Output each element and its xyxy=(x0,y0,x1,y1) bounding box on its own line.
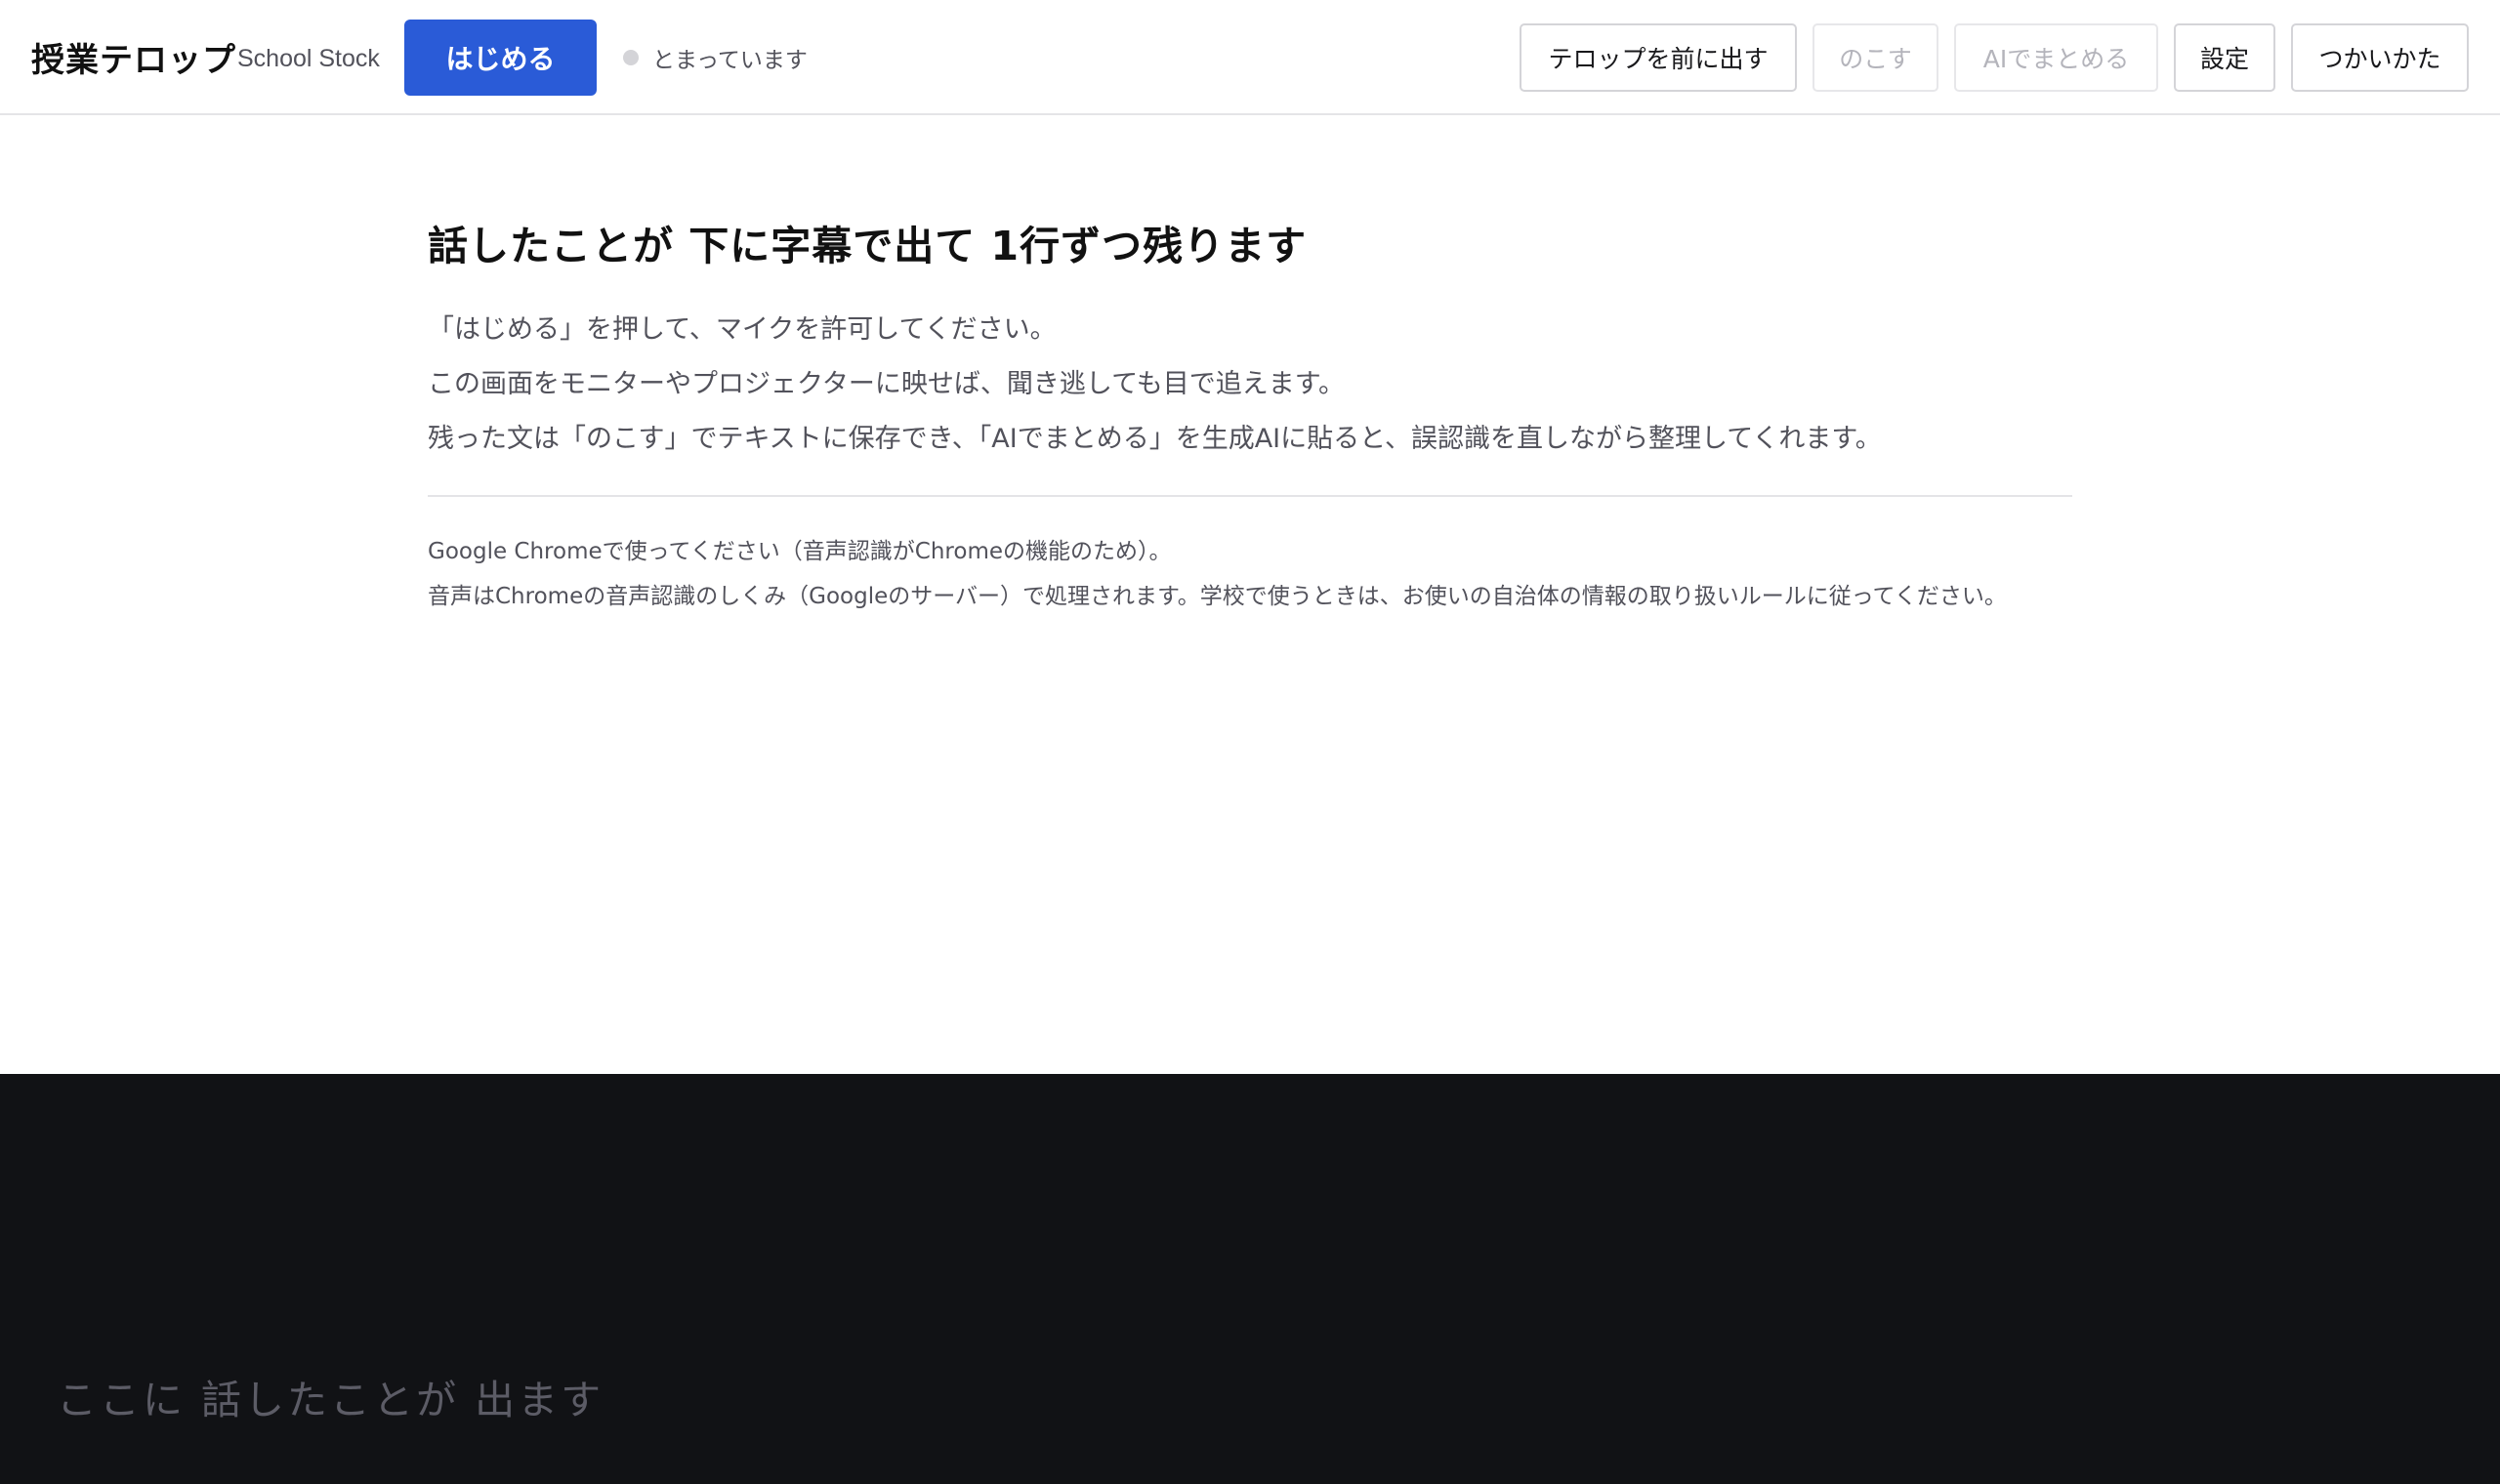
intro-title: 話したことが 下に字幕で出て 1行ずつ残ります xyxy=(428,223,1308,269)
divider xyxy=(428,495,2072,497)
howto-button[interactable]: つかいかた xyxy=(2291,23,2469,92)
caption-placeholder: ここに 話したことが 出ます xyxy=(57,1377,604,1423)
intro-line: この画面をモニターやプロジェクターに映せば、聞き逃しても目で追えます。 xyxy=(428,369,1346,399)
bring-to-front-button[interactable]: テロップを前に出す xyxy=(1520,23,1797,92)
intro-line: 「はじめる」を押して、マイクを許可してください。 xyxy=(428,314,1057,345)
ai-summarize-button[interactable]: AIでまとめる xyxy=(1954,23,2158,92)
caption-panel: ここに 話したことが 出ます xyxy=(0,1074,2500,1484)
note-line: 音声はChromeの音声認識のしくみ（Googleのサーバー）で処理されます。学… xyxy=(428,584,2007,609)
save-button[interactable]: のこす xyxy=(1812,23,1938,92)
app-subtitle: School Stock xyxy=(237,45,380,72)
top-bar: 授業テロップ School Stock はじめる とまっています テロップを前に… xyxy=(0,0,2500,115)
status-indicator-icon xyxy=(623,50,639,65)
app-title: 授業テロップ xyxy=(31,41,236,80)
settings-button[interactable]: 設定 xyxy=(2174,23,2275,92)
status-text: とまっています xyxy=(652,48,808,73)
note-line: Google Chromeで使ってください（音声認識がChromeの機能のため）… xyxy=(428,539,1172,564)
start-button[interactable]: はじめる xyxy=(404,20,597,96)
intro-line: 残った文は「のこす」でテキストに保存でき、「AIでまとめる」を生成AIに貼ると、… xyxy=(428,424,1882,454)
